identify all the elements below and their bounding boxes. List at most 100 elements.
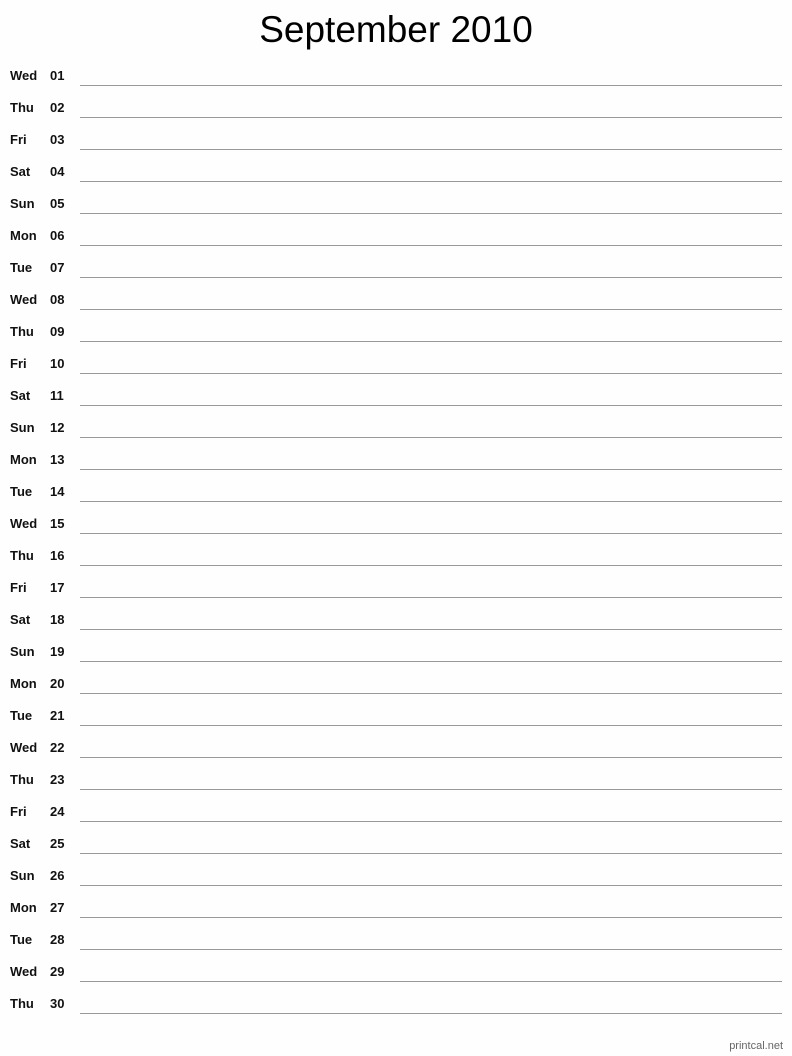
day-number: 26	[50, 868, 65, 883]
day-of-week: Wed	[10, 964, 38, 979]
day-of-week: Tue	[10, 932, 33, 947]
writing-line	[80, 501, 782, 502]
day-number: 07	[50, 260, 65, 275]
writing-line	[80, 661, 782, 662]
day-row: Sun 26	[0, 860, 792, 892]
writing-line	[80, 373, 782, 374]
day-row: Sun 12	[0, 412, 792, 444]
day-of-week: Sun	[10, 420, 35, 435]
writing-line	[80, 437, 782, 438]
writing-line	[80, 981, 782, 982]
day-number: 02	[50, 100, 65, 115]
writing-line	[80, 213, 782, 214]
day-row: Sat 04	[0, 156, 792, 188]
writing-line	[80, 181, 782, 182]
day-number: 28	[50, 932, 65, 947]
day-row: Fri 24	[0, 796, 792, 828]
day-row: Fri 10	[0, 348, 792, 380]
day-number: 09	[50, 324, 65, 339]
day-row: Wed 15	[0, 508, 792, 540]
writing-line	[80, 469, 782, 470]
writing-line	[80, 949, 782, 950]
writing-line	[80, 917, 782, 918]
day-number: 20	[50, 676, 65, 691]
writing-line	[80, 245, 782, 246]
day-number: 13	[50, 452, 65, 467]
day-row: Wed 01	[0, 60, 792, 92]
day-of-week: Mon	[10, 452, 37, 467]
day-number: 29	[50, 964, 65, 979]
day-of-week: Thu	[10, 996, 34, 1011]
day-number: 06	[50, 228, 65, 243]
day-row: Tue 07	[0, 252, 792, 284]
day-number: 19	[50, 644, 65, 659]
day-row: Tue 21	[0, 700, 792, 732]
day-of-week: Fri	[10, 132, 27, 147]
day-number: 14	[50, 484, 65, 499]
writing-line	[80, 565, 782, 566]
day-number: 21	[50, 708, 65, 723]
site-credit: printcal.net	[729, 1040, 783, 1052]
day-number: 24	[50, 804, 65, 819]
day-number: 08	[50, 292, 65, 307]
writing-line	[80, 693, 782, 694]
writing-line	[80, 309, 782, 310]
day-row: Tue 28	[0, 924, 792, 956]
day-of-week: Tue	[10, 708, 33, 723]
writing-line	[80, 821, 782, 822]
day-row: Thu 23	[0, 764, 792, 796]
day-number: 22	[50, 740, 65, 755]
day-number: 30	[50, 996, 65, 1011]
day-of-week: Fri	[10, 804, 27, 819]
calendar-title: September 2010	[259, 9, 533, 50]
day-number: 12	[50, 420, 65, 435]
day-of-week: Wed	[10, 516, 38, 531]
day-row: Wed 22	[0, 732, 792, 764]
day-row: Mon 13	[0, 444, 792, 476]
day-row: Thu 30	[0, 988, 792, 1020]
day-row: Fri 17	[0, 572, 792, 604]
day-of-week: Wed	[10, 68, 38, 83]
day-number: 11	[50, 388, 64, 403]
day-row: Sun 19	[0, 636, 792, 668]
day-number: 15	[50, 516, 65, 531]
writing-line	[80, 277, 782, 278]
writing-line	[80, 885, 782, 886]
day-of-week: Thu	[10, 548, 34, 563]
writing-line	[80, 149, 782, 150]
writing-line	[80, 757, 782, 758]
day-row: Thu 09	[0, 316, 792, 348]
day-of-week: Tue	[10, 484, 33, 499]
writing-line	[80, 117, 782, 118]
writing-line	[80, 629, 782, 630]
day-of-week: Sun	[10, 196, 35, 211]
day-of-week: Fri	[10, 580, 27, 595]
day-of-week: Mon	[10, 676, 37, 691]
day-number: 04	[50, 164, 65, 179]
day-row: Mon 06	[0, 220, 792, 252]
day-of-week: Sat	[10, 612, 31, 627]
day-of-week: Sat	[10, 836, 31, 851]
day-number: 27	[50, 900, 65, 915]
writing-line	[80, 725, 782, 726]
writing-line	[80, 853, 782, 854]
day-number: 03	[50, 132, 65, 147]
day-of-week: Mon	[10, 900, 37, 915]
day-number: 18	[50, 612, 65, 627]
day-number: 23	[50, 772, 65, 787]
day-row: Wed 29	[0, 956, 792, 988]
writing-line	[80, 789, 782, 790]
day-of-week: Fri	[10, 356, 27, 371]
day-row: Sun 05	[0, 188, 792, 220]
writing-line	[80, 533, 782, 534]
day-of-week: Wed	[10, 292, 38, 307]
day-of-week: Sat	[10, 164, 31, 179]
writing-line	[80, 597, 782, 598]
day-row: Sat 11	[0, 380, 792, 412]
day-of-week: Sat	[10, 388, 31, 403]
day-row: Sat 18	[0, 604, 792, 636]
day-of-week: Thu	[10, 100, 34, 115]
day-of-week: Tue	[10, 260, 33, 275]
day-of-week: Wed	[10, 740, 38, 755]
day-number: 25	[50, 836, 65, 851]
